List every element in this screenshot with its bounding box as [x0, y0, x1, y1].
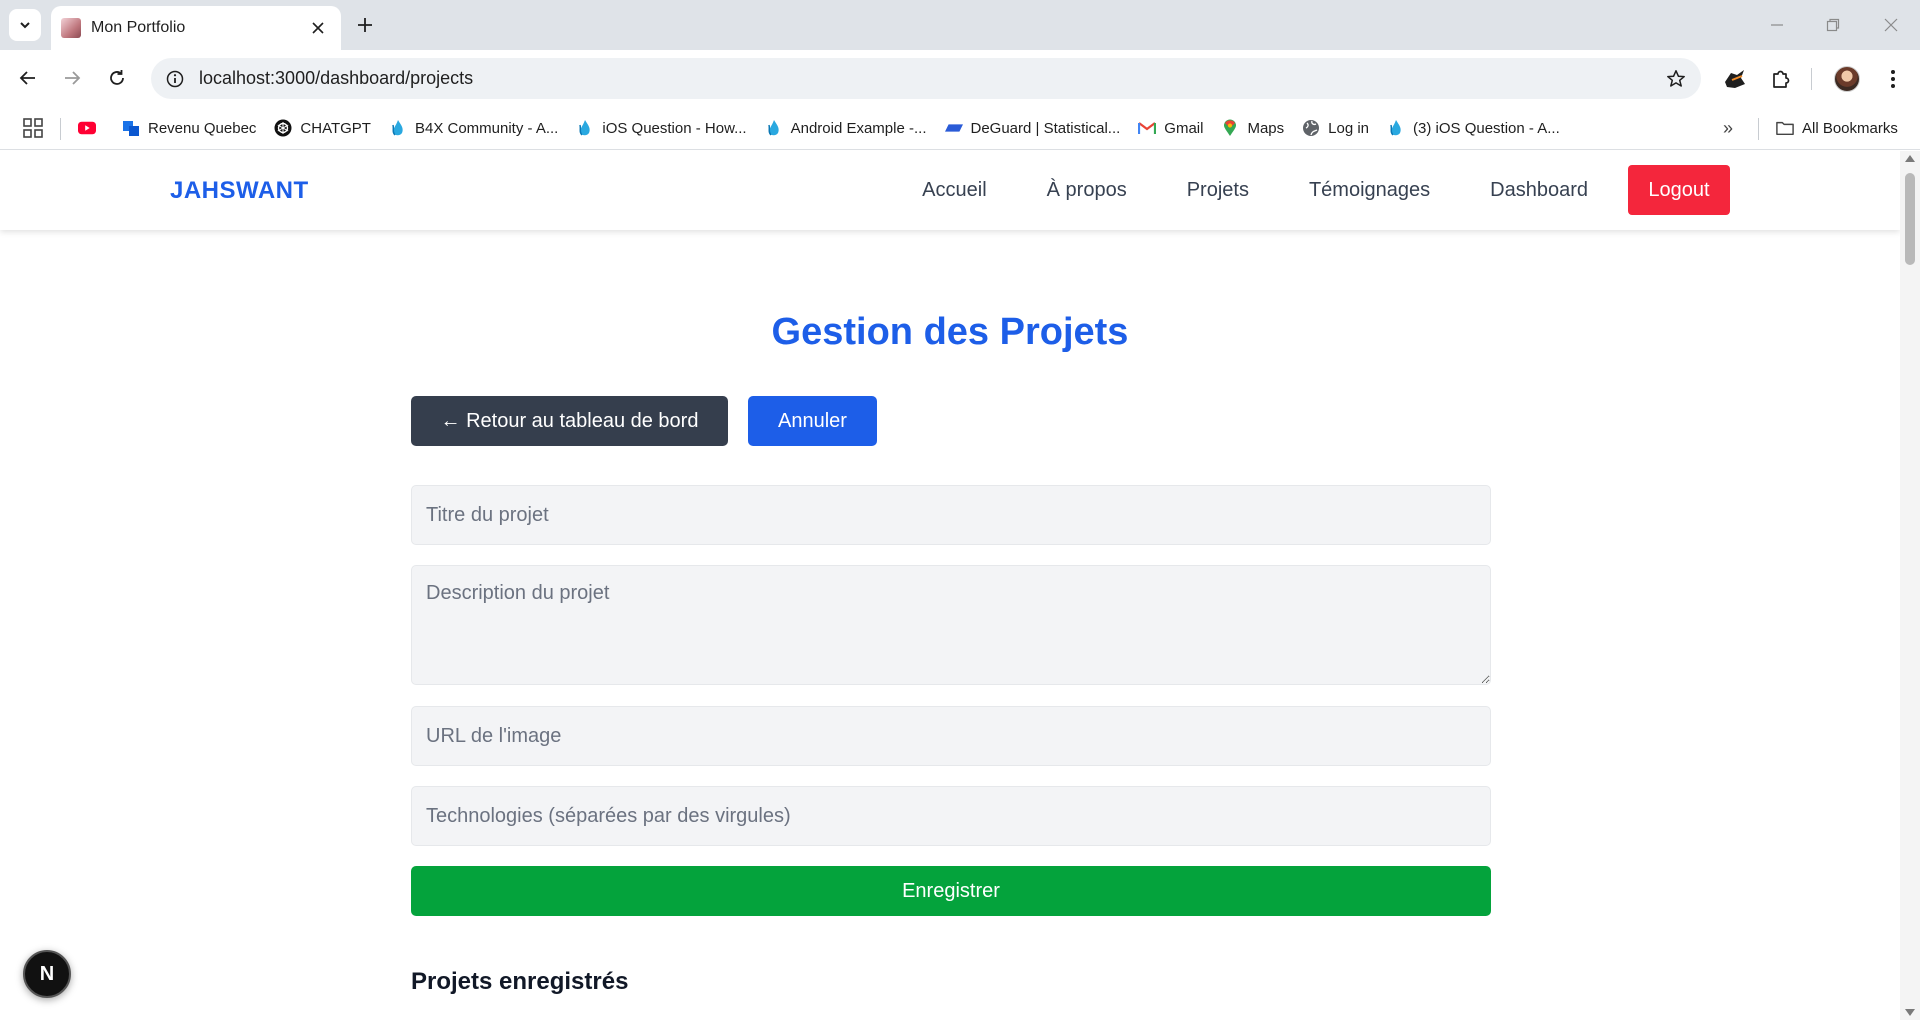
technologies-input[interactable] [411, 786, 1491, 846]
bookmark-android-example[interactable]: Android Example -... [765, 119, 927, 137]
bookmark-b4x-community[interactable]: B4X Community - A... [389, 119, 558, 137]
browser-menu-icon[interactable] [1878, 64, 1908, 94]
scroll-down-arrow-icon[interactable] [1905, 1009, 1915, 1016]
chevron-down-icon [20, 22, 30, 29]
new-tab-button[interactable] [352, 12, 378, 38]
site-logo[interactable]: JAHSWANT [170, 177, 309, 205]
globe-icon [1302, 119, 1320, 137]
bookmark-ios-question-2[interactable]: (3) iOS Question - A... [1387, 119, 1560, 137]
address-bar[interactable]: localhost:3000/dashboard/projects [151, 58, 1701, 99]
bookmarks-separator [1758, 118, 1759, 140]
forward-arrow-icon[interactable] [56, 62, 88, 94]
bookmarks-separator [60, 118, 61, 140]
back-arrow-icon[interactable] [12, 62, 44, 94]
browser-tab-active[interactable]: Mon Portfolio [51, 6, 341, 50]
deguard-icon [944, 119, 963, 137]
bookmarks-bar: Revenu Quebec CHATGPT B4X Community - A.… [0, 106, 1920, 150]
nextjs-dev-indicator[interactable]: N [23, 950, 71, 998]
extensions-puzzle-icon[interactable] [1766, 64, 1796, 94]
browser-toolbar: localhost:3000/dashboard/projects [0, 50, 1920, 106]
toolbar-separator [1811, 68, 1812, 90]
bookmark-label: DeGuard | Statistical... [970, 119, 1121, 137]
nav-testimonials[interactable]: Témoignages [1309, 179, 1430, 202]
browser-tab-strip: Mon Portfolio [0, 0, 1920, 50]
scroll-thumb[interactable] [1905, 173, 1915, 265]
nav-projects[interactable]: Projets [1187, 179, 1249, 202]
bookmark-label: Android Example -... [790, 119, 927, 137]
avatar [1834, 66, 1860, 92]
apps-grid-icon[interactable] [22, 117, 44, 139]
saved-projects-heading: Projets enregistrés [411, 968, 629, 995]
bookmark-maps[interactable]: Maps [1221, 119, 1284, 137]
nav-home[interactable]: Accueil [922, 179, 986, 202]
tab-favicon-icon [61, 18, 81, 38]
all-bookmarks-label: All Bookmarks [1802, 119, 1898, 137]
tab-search-button[interactable] [9, 9, 41, 41]
extension-ninja-icon[interactable] [1720, 64, 1750, 94]
bookmark-log-in[interactable]: Log in [1302, 119, 1369, 137]
bookmark-gmail[interactable]: Gmail [1138, 119, 1203, 137]
page-viewport: JAHSWANT Accueil À propos Projets Témoig… [0, 151, 1920, 1020]
maps-icon [1221, 119, 1239, 137]
gmail-icon [1138, 119, 1157, 137]
back-to-dashboard-button[interactable]: ← Retour au tableau de bord [411, 396, 728, 446]
chatgpt-icon [274, 119, 292, 137]
nav-about[interactable]: À propos [1047, 179, 1127, 202]
save-button[interactable]: Enregistrer [411, 866, 1491, 916]
profile-avatar-icon[interactable] [1832, 64, 1862, 94]
close-tab-icon[interactable] [307, 17, 329, 39]
b4x-icon [576, 119, 594, 137]
project-title-input[interactable] [411, 485, 1491, 545]
folder-icon [1776, 119, 1794, 137]
bookmark-youtube[interactable] [78, 119, 104, 137]
main-nav: Accueil À propos Projets Témoignages Das… [862, 165, 1730, 215]
url-text[interactable]: localhost:3000/dashboard/projects [199, 68, 473, 89]
plus-icon [358, 18, 372, 32]
page-title: Gestion des Projets [771, 311, 1129, 353]
bookmark-star-icon[interactable] [1665, 68, 1687, 90]
cancel-button[interactable]: Annuler [748, 396, 877, 446]
bookmark-label: Log in [1328, 119, 1370, 137]
all-bookmarks-button[interactable]: All Bookmarks [1776, 106, 1898, 150]
image-url-input[interactable] [411, 706, 1491, 766]
site-info-icon[interactable] [165, 69, 185, 89]
b4x-icon [1387, 119, 1405, 137]
page-scrollbar[interactable] [1900, 151, 1920, 1020]
tab-title: Mon Portfolio [91, 19, 186, 36]
b4x-icon [765, 119, 783, 137]
reload-icon[interactable] [101, 62, 133, 94]
site-header: JAHSWANT Accueil À propos Projets Témoig… [0, 151, 1900, 230]
youtube-icon [78, 119, 96, 137]
bookmark-label: Gmail [1164, 119, 1204, 137]
bookmark-label: iOS Question - How... [602, 119, 747, 137]
bookmark-list: Revenu Quebec CHATGPT B4X Community - A.… [78, 106, 1578, 150]
bookmark-chatgpt[interactable]: CHATGPT [274, 119, 371, 137]
revenu-quebec-icon [122, 119, 140, 137]
restore-window-icon[interactable] [1818, 10, 1848, 40]
bookmark-label: (3) iOS Question - A... [1413, 119, 1560, 137]
b4x-icon [389, 119, 407, 137]
bookmark-label: CHATGPT [300, 119, 371, 137]
logout-button[interactable]: Logout [1628, 165, 1730, 215]
more-bookmarks-icon[interactable]: » [1716, 117, 1740, 139]
bookmark-label: B4X Community - A... [414, 119, 559, 137]
bookmark-label: Maps [1247, 119, 1285, 137]
bookmark-revenu-quebec[interactable]: Revenu Quebec [122, 119, 256, 137]
close-window-icon[interactable] [1876, 10, 1906, 40]
minimize-window-icon[interactable] [1762, 10, 1792, 40]
nav-dashboard[interactable]: Dashboard [1490, 179, 1588, 202]
project-description-textarea[interactable] [411, 565, 1491, 685]
bookmark-ios-question[interactable]: iOS Question - How... [576, 119, 747, 137]
scroll-up-arrow-icon[interactable] [1905, 155, 1915, 162]
bookmark-deguard[interactable]: DeGuard | Statistical... [944, 119, 1121, 137]
bookmark-label: Revenu Quebec [148, 119, 257, 137]
